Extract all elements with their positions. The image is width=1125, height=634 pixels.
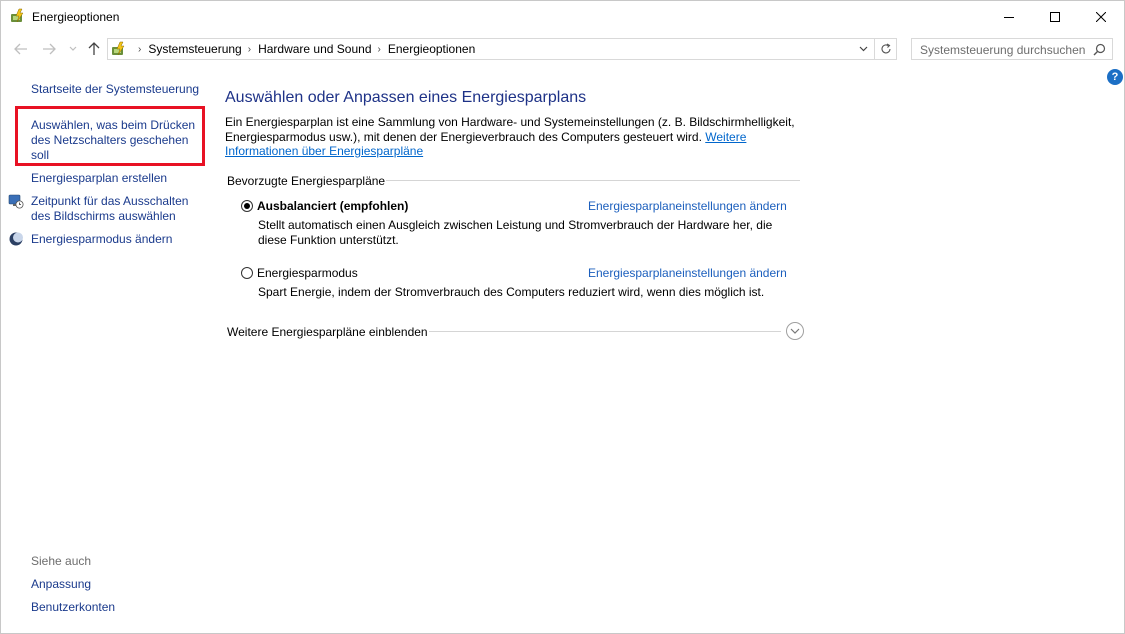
refresh-icon [881,43,891,54]
address-dropdown-button[interactable] [853,39,873,59]
search-icon [1093,43,1106,59]
plan-power-saver-radio[interactable] [241,267,253,279]
breadcrumb-item-energieoptionen[interactable]: Energieoptionen [388,42,475,56]
close-icon [1096,11,1106,22]
breadcrumb: › Systemsteuerung › Hardware und Sound ›… [132,42,475,56]
power-options-icon [10,8,26,24]
forward-arrow-icon [43,43,56,55]
plan-balanced-description-line2: diese Funktion unterstützt. [258,233,399,247]
breadcrumb-separator: › [377,43,381,55]
plan-balanced-settings-link[interactable]: Energiesparplaneinstellungen ändern [588,199,787,213]
title-bar: Energieoptionen [1,1,1124,32]
back-arrow-icon [14,43,27,55]
sidebar-item-display-timeout[interactable]: Zeitpunkt für das Ausschalten des Bildsc… [31,194,211,224]
plan-power-saver-name[interactable]: Energiesparmodus [257,266,358,280]
help-icon[interactable]: ? [1107,69,1123,85]
breadcrumb-separator: › [247,43,252,55]
navigation-bar: › Systemsteuerung › Hardware und Sound ›… [1,34,1124,64]
refresh-button[interactable] [874,39,896,59]
window-title: Energieoptionen [32,10,120,24]
forward-button[interactable] [39,40,59,58]
sidebar-item-create-plan[interactable]: Energiesparplan erstellen [31,171,167,186]
minimize-icon [1004,16,1014,18]
breadcrumb-item-hardware-und-sound[interactable]: Hardware und Sound [258,42,371,56]
back-button[interactable] [11,40,31,58]
maximize-icon [1050,11,1060,22]
minimize-button[interactable] [986,1,1032,32]
display-timeout-icon [8,193,24,209]
chevron-down-icon [69,46,77,51]
search-placeholder: Systemsteuerung durchsuchen [920,43,1086,57]
see-also-heading: Siehe auch [31,554,92,568]
plan-balanced-radio[interactable] [241,200,253,212]
sidebar-item-sleep-mode[interactable]: Energiesparmodus ändern [31,232,172,247]
intro-text: Ein Energiesparplan ist eine Sammlung vo… [225,115,805,159]
more-plans-heading[interactable]: Weitere Energiesparpläne einblenden [227,325,428,339]
close-button[interactable] [1078,1,1124,32]
recent-locations-button[interactable] [66,40,80,58]
search-input[interactable]: Systemsteuerung durchsuchen [911,38,1113,60]
more-plans-divider [429,331,781,332]
breadcrumb-separator: › [138,43,142,55]
plan-power-saver-settings-link[interactable]: Energiesparplaneinstellungen ändern [588,266,787,280]
sidebar-item-power-button[interactable]: Auswählen, was beim Drücken des Netzscha… [31,118,201,163]
chevron-down-icon [859,46,867,52]
sleep-moon-icon [8,231,24,247]
chevron-down-icon [790,328,800,334]
address-bar[interactable]: › Systemsteuerung › Hardware und Sound ›… [107,38,897,60]
page-title: Auswählen oder Anpassen eines Energiespa… [225,89,587,106]
sidebar-item-anpassung[interactable]: Anpassung [31,577,91,592]
control-panel-icon [111,41,127,57]
up-button[interactable] [86,40,102,58]
breadcrumb-item-systemsteuerung[interactable]: Systemsteuerung [148,42,241,56]
expand-more-plans-button[interactable] [786,322,804,340]
sidebar-home-link[interactable]: Startseite der Systemsteuerung [31,82,199,97]
radio-selected-dot [244,203,250,209]
up-arrow-icon [88,42,100,55]
preferred-plans-heading: Bevorzugte Energiesparpläne [227,174,386,188]
plan-balanced-description-line1: Stellt automatisch einen Ausgleich zwisc… [258,218,773,232]
control-panel-window: Energieoptionen › Systemsteuerung › Hard… [0,0,1125,634]
sidebar-item-benutzerkonten[interactable]: Benutzerkonten [31,600,115,615]
plan-balanced-name[interactable]: Ausbalanciert (empfohlen) [257,199,408,213]
section-divider [386,180,800,181]
maximize-button[interactable] [1032,1,1078,32]
plan-power-saver-description: Spart Energie, indem der Stromverbrauch … [258,285,765,299]
